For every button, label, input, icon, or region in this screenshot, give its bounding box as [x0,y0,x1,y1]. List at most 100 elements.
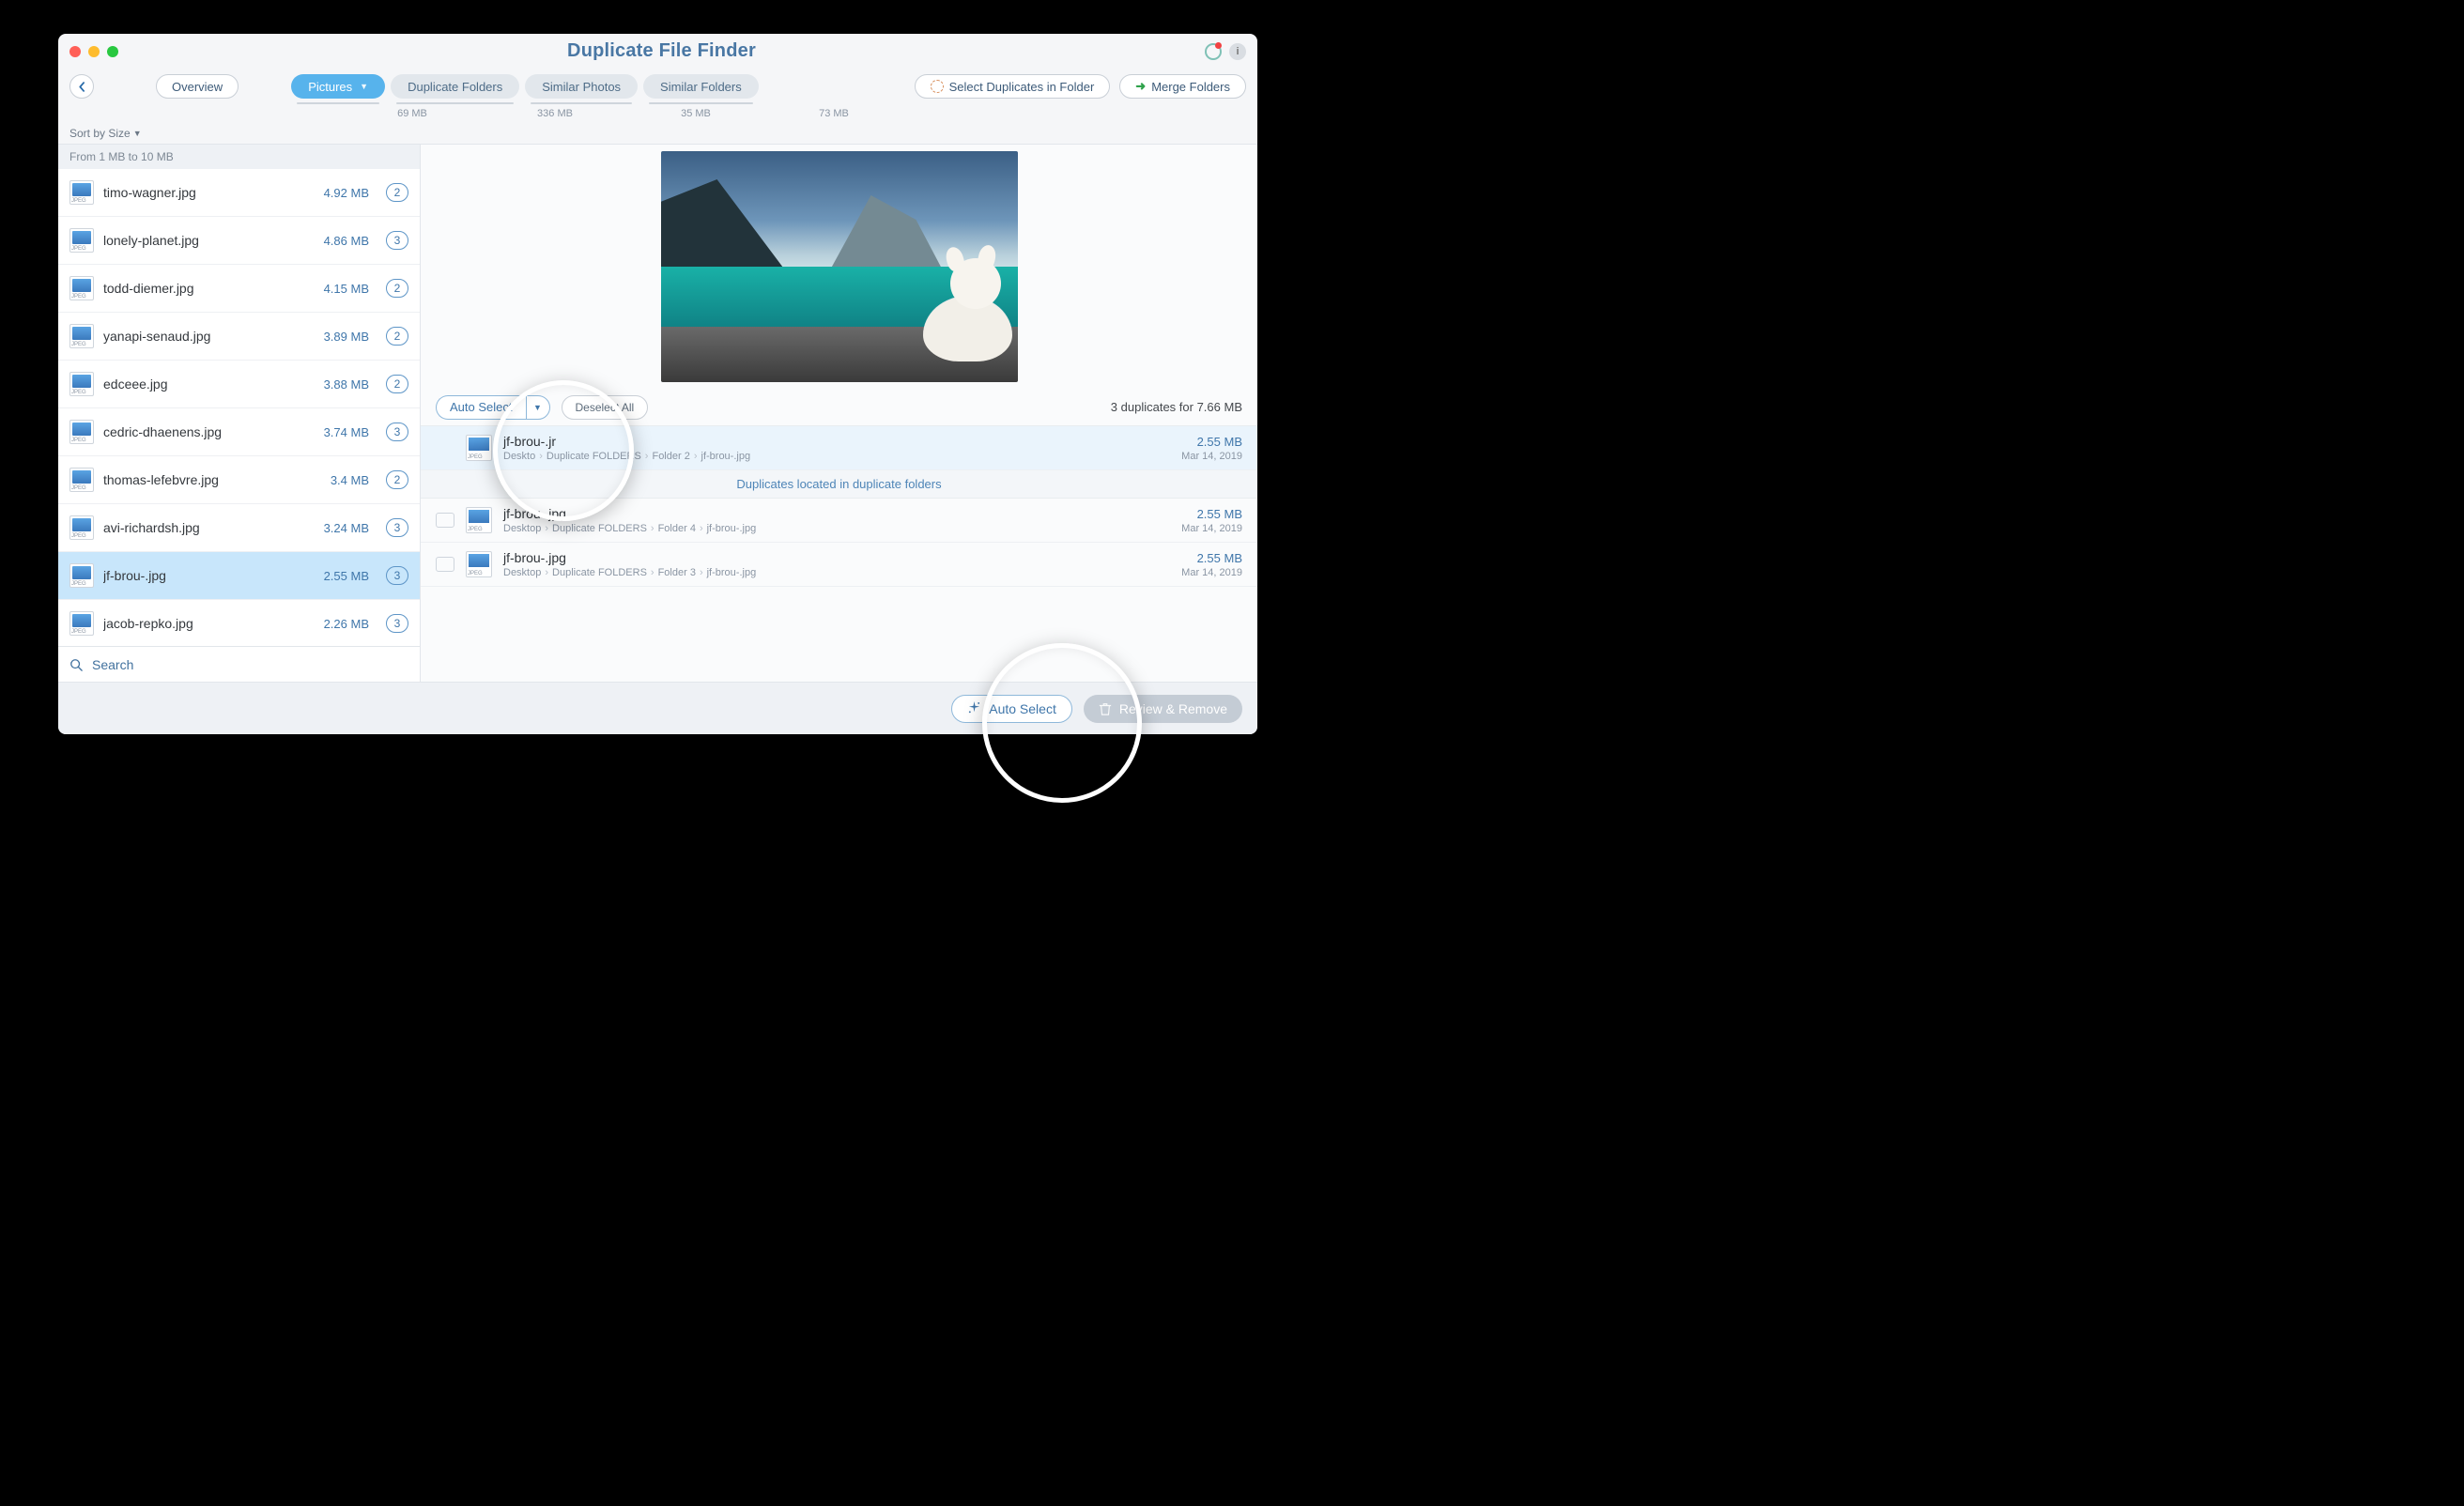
chevron-down-icon: ▼ [533,403,542,412]
duplicate-count-badge: 2 [386,470,408,489]
file-name: todd-diemer.jpg [103,281,315,296]
duplicate-size: 2.55 MB [1181,551,1242,565]
jpeg-thumb-icon: JPEG [69,228,94,253]
file-name: timo-wagner.jpg [103,185,315,200]
app-window: Duplicate File Finder i Overview Picture… [58,34,1257,734]
search-icon [69,658,83,671]
jpeg-thumb-icon: JPEG [466,435,492,461]
tab-similar-folders[interactable]: Similar Folders [643,74,759,99]
duplicates-summary: 3 duplicates for 7.66 MB [1111,400,1242,414]
sidebar: From 1 MB to 10 MB JPEG timo-wagner.jpg … [58,145,421,682]
duplicate-row[interactable]: JPEG jf-brou-.jpg Desktop›Duplicate FOLD… [421,543,1257,587]
preview-image [421,145,1257,389]
tab-sizes: 69 MB 336 MB 35 MB 73 MB [58,104,1257,123]
duplicate-count-badge: 3 [386,423,408,441]
file-size: 3.88 MB [324,377,369,392]
tab-label: Similar Photos [542,80,621,94]
footer: Auto Select Review & Remove [58,682,1257,734]
duplicate-name: jf-brou-.jr [503,434,1170,449]
jpeg-thumb-icon: JPEG [69,515,94,540]
auto-select-button[interactable]: Auto Select [436,395,526,420]
info-icon[interactable]: i [1229,43,1246,60]
detail-pane: Auto Select ▼ Deselect All 3 duplicates … [421,145,1257,682]
file-row[interactable]: JPEG todd-diemer.jpg 4.15 MB 2 [58,265,420,313]
duplicate-count-badge: 3 [386,614,408,633]
jpeg-thumb-icon: JPEG [69,372,94,396]
toolbar: Overview Pictures ▼ Duplicate Folders Si… [58,69,1257,104]
file-row[interactable]: JPEG jf-brou-.jpg 2.55 MB 3 [58,552,420,600]
file-size: 2.55 MB [324,569,369,583]
jpeg-thumb-icon: JPEG [466,507,492,533]
duplicate-path: Desktop›Duplicate FOLDERS›Folder 3›jf-br… [503,567,1170,578]
file-name: yanapi-senaud.jpg [103,329,315,344]
footer-auto-select-button[interactable]: Auto Select [951,695,1072,723]
file-row[interactable]: JPEG thomas-lefebvre.jpg 3.4 MB 2 [58,456,420,504]
window-title: Duplicate File Finder [118,40,1205,62]
file-size: 3.4 MB [331,473,369,487]
duplicate-count-badge: 3 [386,566,408,585]
file-name: jacob-repko.jpg [103,616,315,631]
duplicate-size: 2.55 MB [1181,435,1242,449]
category-tabs: Pictures ▼ Duplicate Folders Similar Pho… [291,74,759,99]
select-duplicates-in-folder-button[interactable]: Select Duplicates in Folder [915,74,1111,99]
close-icon[interactable] [69,46,81,57]
duplicate-count-badge: 2 [386,183,408,202]
duplicates-band: Duplicates located in duplicate folders [421,470,1257,499]
minimize-icon[interactable] [88,46,100,57]
duplicate-path: Deskto›Duplicate FOLDERS›Folder 2›jf-bro… [503,451,1170,462]
duplicate-row[interactable]: JPEG jf-brou-.jr Deskto›Duplicate FOLDER… [421,426,1257,470]
duplicate-name: jf-brou-.jpg [503,506,1170,521]
duplicate-size: 2.55 MB [1181,507,1242,521]
duplicate-name: jf-brou-.jpg [503,550,1170,565]
window-controls [69,46,118,57]
duplicate-date: Mar 14, 2019 [1181,567,1242,578]
review-remove-button[interactable]: Review & Remove [1084,695,1242,723]
merge-icon: ➜ [1135,79,1146,94]
file-size: 2.26 MB [324,617,369,631]
search-input[interactable]: Search [58,646,420,682]
file-row[interactable]: JPEG cedric-dhaenens.jpg 3.74 MB 3 [58,408,420,456]
auto-select-split-button: Auto Select ▼ [436,395,550,420]
file-row[interactable]: JPEG avi-richardsh.jpg 3.24 MB 3 [58,504,420,552]
auto-select-menu-button[interactable]: ▼ [526,395,550,420]
overview-button[interactable]: Overview [156,74,239,99]
jpeg-thumb-icon: JPEG [69,180,94,205]
tab-pictures[interactable]: Pictures ▼ [291,74,385,99]
tab-label: Duplicate Folders [408,80,502,94]
trash-icon [1099,702,1112,715]
duplicate-list: JPEG jf-brou-.jr Deskto›Duplicate FOLDER… [421,426,1257,682]
deselect-all-button[interactable]: Deselect All [562,395,649,420]
file-name: jf-brou-.jpg [103,568,315,583]
activity-icon[interactable] [1205,43,1222,60]
file-row[interactable]: JPEG lonely-planet.jpg 4.86 MB 3 [58,217,420,265]
size-group-header: From 1 MB to 10 MB [58,145,420,169]
merge-folders-button[interactable]: ➜ Merge Folders [1119,74,1246,99]
tab-similar-photos[interactable]: Similar Photos [525,74,638,99]
tab-duplicate-folders[interactable]: Duplicate Folders [391,74,519,99]
folder-icon [436,513,454,528]
file-row[interactable]: JPEG jacob-repko.jpg 2.26 MB 3 [58,600,420,646]
back-button[interactable] [69,74,94,99]
file-size: 3.89 MB [324,330,369,344]
file-size: 3.24 MB [324,521,369,535]
duplicate-path: Desktop›Duplicate FOLDERS›Folder 4›jf-br… [503,523,1170,534]
file-row[interactable]: JPEG yanapi-senaud.jpg 3.89 MB 2 [58,313,420,361]
file-row[interactable]: JPEG timo-wagner.jpg 4.92 MB 2 [58,169,420,217]
maximize-icon[interactable] [107,46,118,57]
jpeg-thumb-icon: JPEG [466,551,492,577]
duplicate-count-badge: 3 [386,231,408,250]
jpeg-thumb-icon: JPEG [69,420,94,444]
file-row[interactable]: JPEG edceee.jpg 3.88 MB 2 [58,361,420,408]
jpeg-thumb-icon: JPEG [69,611,94,636]
detail-controls: Auto Select ▼ Deselect All 3 duplicates … [421,389,1257,426]
file-size: 4.86 MB [324,234,369,248]
duplicate-date: Mar 14, 2019 [1181,523,1242,534]
chevron-down-icon: ▼ [360,82,368,91]
jpeg-thumb-icon: JPEG [69,468,94,492]
titlebar: Duplicate File Finder i [58,34,1257,69]
duplicate-count-badge: 2 [386,279,408,298]
duplicate-row[interactable]: JPEG jf-brou-.jpg Desktop›Duplicate FOLD… [421,499,1257,543]
file-name: cedric-dhaenens.jpg [103,424,315,439]
file-name: lonely-planet.jpg [103,233,315,248]
sort-control[interactable]: Sort by Size▼ [58,123,1257,144]
